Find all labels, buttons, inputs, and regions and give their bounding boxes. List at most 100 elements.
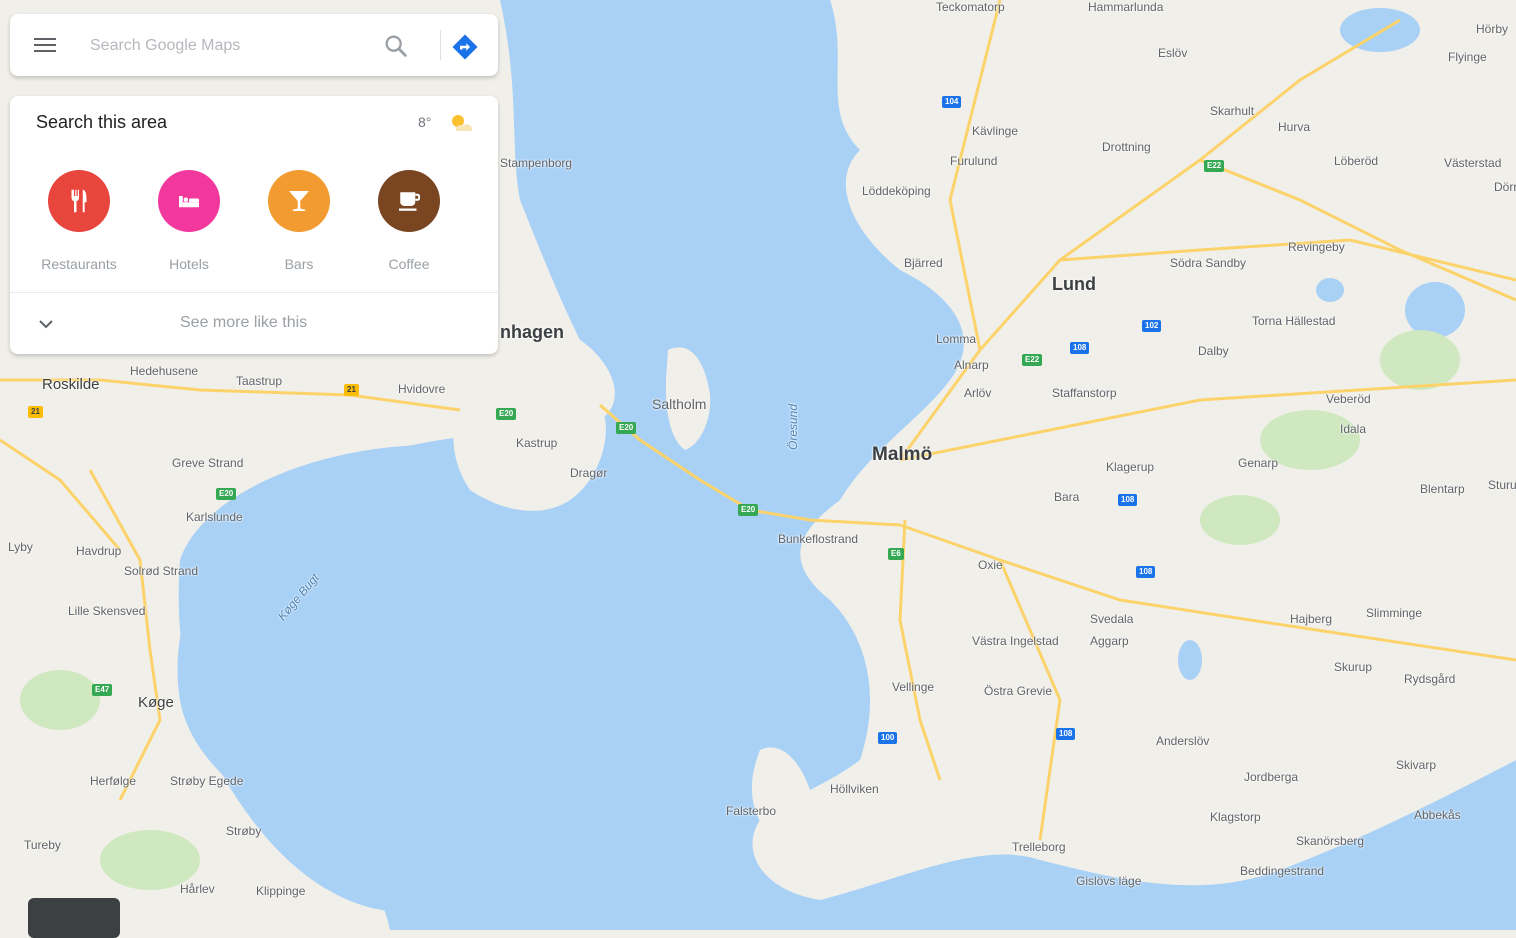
- map-label-klagstorp: Klagstorp: [1210, 810, 1261, 824]
- map-label-malmo[interactable]: Malmö: [872, 444, 932, 466]
- road-shield: E20: [738, 504, 758, 516]
- map-label-genarp: Genarp: [1238, 456, 1278, 470]
- map-label-trelleborg: Trelleborg: [1012, 840, 1066, 854]
- map-label-klagerup: Klagerup: [1106, 460, 1154, 474]
- map-label-gislovs-lage: Gislövs läge: [1076, 874, 1141, 888]
- map-label-stroby: Strøby: [226, 824, 261, 838]
- map-label-hurva: Hurva: [1278, 120, 1310, 134]
- map-label-veberod: Veberöd: [1326, 392, 1371, 406]
- map-label-sturup: Sturup: [1488, 478, 1516, 492]
- panel-divider: [10, 292, 498, 293]
- map-label-vellinge: Vellinge: [892, 680, 934, 694]
- map-label-tureby: Tureby: [24, 838, 61, 852]
- map-label-stampenborg: Stampenborg: [500, 156, 572, 170]
- road-shield: E20: [616, 422, 636, 434]
- category-bars[interactable]: Bars: [244, 170, 354, 272]
- map-label-karlslunde: Karlslunde: [186, 510, 243, 524]
- map-label-solrod-strand: Solrød Strand: [124, 564, 198, 578]
- map-label-bunkeflostrand: Bunkeflostrand: [778, 532, 858, 546]
- road-shield: 102: [1142, 320, 1161, 332]
- map-label-svedala: Svedala: [1090, 612, 1133, 626]
- map-label-greve-strand: Greve Strand: [172, 456, 243, 470]
- map-label-skanorsberg: Skanörsberg: [1296, 834, 1364, 848]
- map-label-taastrup: Taastrup: [236, 374, 282, 388]
- map-label-idala: Idala: [1340, 422, 1366, 436]
- category-label: Bars: [244, 256, 354, 272]
- map-label-dorrod: Dörröd: [1494, 180, 1516, 194]
- map-label-havdrup: Havdrup: [76, 544, 121, 558]
- map-label-torna-hallestad: Torna Hällestad: [1252, 314, 1335, 328]
- map-label-copenhagen[interactable]: nhagen: [500, 322, 564, 343]
- map-label-hammarlunda: Hammarlunda: [1088, 0, 1163, 14]
- map-label-sodra-sandby: Södra Sandby: [1170, 256, 1246, 270]
- map-label-hajberg: Hajberg: [1290, 612, 1332, 626]
- map-label-roskilde[interactable]: Roskilde: [42, 376, 100, 393]
- map-label-lyby: Lyby: [8, 540, 33, 554]
- road-shield: 21: [28, 406, 43, 418]
- road-shield: E6: [888, 548, 904, 560]
- search-area-panel: Search this area 8° Restaurants: [10, 96, 498, 354]
- road-shield: E20: [496, 408, 516, 420]
- category-label: Coffee: [354, 256, 464, 272]
- map-label-vastra-ingelstad: Västra Ingelstad: [972, 634, 1059, 648]
- map-label-horby: Hörby: [1476, 22, 1508, 36]
- map-label-skurup: Skurup: [1334, 660, 1372, 674]
- map-label-hvidovre: Hvidovre: [398, 382, 445, 396]
- map-label-eslov: Eslöv: [1158, 46, 1187, 60]
- map-label-vasterstad: Västerstad: [1444, 156, 1501, 170]
- map-label-rydsgard: Rydsgård: [1404, 672, 1455, 686]
- search-input[interactable]: [88, 30, 372, 62]
- map-label-aggarp: Aggarp: [1090, 634, 1129, 648]
- category-row: Restaurants Hotels Bars: [10, 170, 450, 280]
- map-label-teckomatorp: Teckomatorp: [936, 0, 1005, 14]
- see-more-link[interactable]: See more like this: [180, 314, 307, 332]
- map-label-hedehusene: Hedehusene: [130, 364, 198, 378]
- menu-icon[interactable]: [30, 34, 60, 56]
- road-shield: 108: [1070, 342, 1089, 354]
- map-label-oresund: Öresund: [786, 404, 800, 450]
- category-coffee[interactable]: Coffee: [354, 170, 464, 272]
- map-label-lille-skensved: Lille Skensved: [68, 604, 145, 618]
- road-shield: E22: [1204, 160, 1224, 172]
- category-hotels[interactable]: Hotels: [134, 170, 244, 272]
- map-label-saltholm: Saltholm: [652, 396, 706, 412]
- map-label-lund[interactable]: Lund: [1052, 274, 1096, 295]
- map-label-flyinge: Flyinge: [1448, 50, 1487, 64]
- map-label-dalby: Dalby: [1198, 344, 1229, 358]
- road-shield: E47: [92, 684, 112, 696]
- category-label: Hotels: [134, 256, 244, 272]
- map-label-blentarp: Blentarp: [1420, 482, 1465, 496]
- road-shield: 108: [1118, 494, 1137, 506]
- map-label-loberod: Löberöd: [1334, 154, 1378, 168]
- road-shield: 104: [942, 96, 961, 108]
- map-label-hollviken: Höllviken: [830, 782, 879, 796]
- map-label-alnarp: Alnarp: [954, 358, 989, 372]
- layers-thumbnail[interactable]: [28, 898, 120, 938]
- search-icon[interactable]: [382, 32, 410, 60]
- map-label-arlov: Arlöv: [964, 386, 991, 400]
- map-label-koge[interactable]: Køge: [138, 694, 174, 711]
- chevron-down-icon[interactable]: [34, 312, 58, 336]
- map-label-herfolge: Herfølge: [90, 774, 136, 788]
- road-shield: E22: [1022, 354, 1042, 366]
- road-shield: 108: [1136, 566, 1155, 578]
- restaurant-icon: [48, 170, 110, 232]
- map-label-abbekas: Abbekås: [1414, 808, 1461, 822]
- map-label-ostra-grevie: Östra Grevie: [984, 684, 1052, 698]
- coffee-icon: [378, 170, 440, 232]
- map-label-harlev: Hårlev: [180, 882, 215, 896]
- map-label-kavlinge: Kävlinge: [972, 124, 1018, 138]
- map-label-bjarred: Bjärred: [904, 256, 943, 270]
- map-label-drottning: Drottning: [1102, 140, 1151, 154]
- category-restaurants[interactable]: Restaurants: [24, 170, 134, 272]
- map-label-klippinge: Klippinge: [256, 884, 305, 898]
- map-label-beddingestrand: Beddingestrand: [1240, 864, 1324, 878]
- directions-icon[interactable]: [450, 32, 480, 62]
- weather-icon: [448, 112, 476, 134]
- hotel-icon: [158, 170, 220, 232]
- map-label-stroby-egede: Strøby Egede: [170, 774, 243, 788]
- map-label-lomma: Lomma: [936, 332, 976, 346]
- map-label-slimminge: Slimminge: [1366, 606, 1422, 620]
- map-label-revingeby: Revingeby: [1288, 240, 1345, 254]
- map-label-kastrup: Kastrup: [516, 436, 557, 450]
